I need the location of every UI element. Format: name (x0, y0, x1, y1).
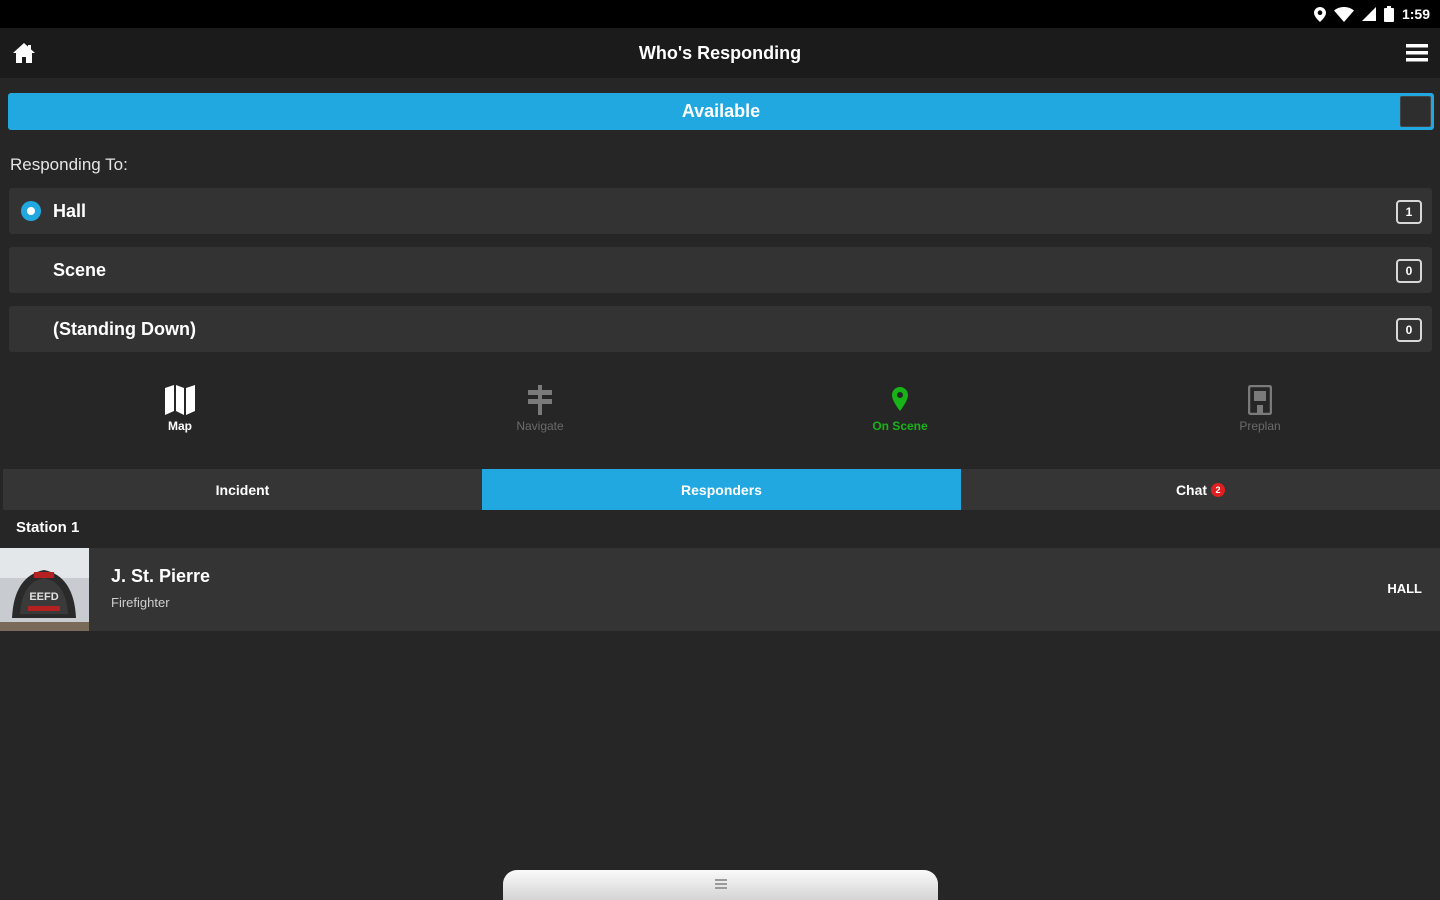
responder-role: Firefighter (111, 595, 170, 610)
navigate-button[interactable]: Navigate (360, 385, 720, 445)
radio-icon[interactable] (21, 260, 41, 280)
response-option-label: Hall (53, 200, 87, 221)
responding-to-label: Responding To: (10, 155, 128, 174)
action-bar: Map Navigate On Scene Preplan (0, 385, 1440, 445)
response-option-label: (Standing Down) (53, 318, 196, 339)
map-icon (165, 385, 195, 415)
response-count-badge: 0 (1396, 318, 1422, 342)
tab-chat[interactable]: Chat 2 (961, 469, 1440, 510)
responder-status: HALL (1387, 581, 1422, 596)
map-pin-icon (892, 387, 908, 411)
responder-row[interactable]: EEFD J. St. Pierre Firefighter HALL (0, 548, 1440, 631)
signpost-icon (528, 385, 552, 415)
avatar-text: EEFD (29, 591, 58, 603)
radio-selected-icon[interactable] (21, 201, 41, 221)
response-count-badge: 0 (1396, 259, 1422, 283)
on-scene-label: On Scene (872, 419, 928, 433)
signal-icon (1361, 7, 1376, 21)
tab-label: Incident (215, 481, 270, 498)
status-bar: 1:59 (0, 0, 1440, 28)
responder-name: J. St. Pierre (111, 566, 211, 586)
drawer-handle[interactable] (503, 870, 938, 900)
station-header: Station 1 (16, 519, 80, 536)
response-option-scene[interactable]: Scene 0 (9, 247, 1432, 293)
availability-toggle-bar[interactable]: Available (8, 93, 1434, 130)
radio-icon[interactable] (21, 319, 41, 339)
menu-icon[interactable] (1406, 44, 1428, 67)
preplan-label: Preplan (1239, 419, 1281, 433)
app-bar: Who's Responding (0, 28, 1440, 78)
preplan-button[interactable]: Preplan (1080, 385, 1440, 445)
tab-responders[interactable]: Responders (482, 469, 961, 510)
tab-label: Responders (681, 481, 762, 498)
response-option-standing-down[interactable]: (Standing Down) 0 (9, 306, 1432, 352)
tab-incident[interactable]: Incident (3, 469, 482, 510)
tab-bar: Incident Responders Chat 2 (3, 469, 1440, 510)
clock: 1:59 (1401, 6, 1430, 22)
navigate-label: Navigate (516, 419, 564, 433)
building-icon (1248, 385, 1272, 415)
response-option-label: Scene (53, 259, 107, 280)
page-title: Who's Responding (638, 42, 802, 63)
response-option-hall[interactable]: Hall 1 (9, 188, 1432, 234)
wifi-icon (1333, 6, 1354, 22)
battery-icon (1383, 6, 1394, 22)
grip-icon (714, 879, 727, 889)
map-button[interactable]: Map (0, 385, 360, 445)
location-icon (1313, 6, 1326, 22)
response-count-badge: 1 (1396, 200, 1422, 224)
chat-unread-badge: 2 (1211, 482, 1226, 497)
home-icon[interactable] (12, 42, 36, 69)
on-scene-button[interactable]: On Scene (720, 385, 1080, 445)
availability-label: Available (681, 101, 761, 121)
map-label: Map (168, 419, 192, 433)
avatar: EEFD (0, 548, 89, 631)
availability-toggle[interactable] (1400, 96, 1431, 127)
tab-label: Chat (1175, 481, 1208, 498)
